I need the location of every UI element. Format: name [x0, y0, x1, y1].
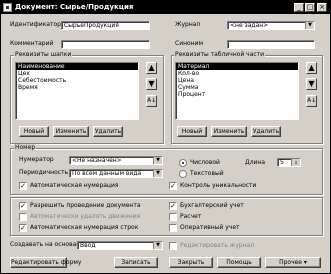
type-numeric-label: Числовой	[190, 159, 220, 166]
periodicity-select[interactable]: По всем данным вида ▼	[69, 169, 163, 178]
accounting-checkbox[interactable]: ✓	[169, 202, 177, 210]
table-edit-button[interactable]: Изменить	[211, 126, 247, 137]
identifier-label: Идентификатор	[10, 21, 61, 28]
header-props-list[interactable]: Наименование Цех Себестоимость Время	[15, 62, 139, 120]
chevron-down-icon[interactable]: ▼	[153, 242, 162, 249]
spin-icon[interactable]: ⇕	[291, 159, 300, 166]
close-dialog-button[interactable]: Закрыть	[169, 257, 213, 268]
operational-label: Оперативный учет	[180, 224, 240, 231]
chevron-down-icon: ▾	[302, 259, 307, 266]
identifier-input[interactable]: СырьеПродукция	[61, 21, 150, 30]
save-button[interactable]: Записать	[114, 257, 158, 268]
create-on-select-value: Ввод	[80, 242, 96, 249]
uniqueness-control-label: Контроль уникальности	[180, 182, 257, 189]
header-edit-button[interactable]: Изменить	[53, 126, 89, 137]
length-label: Длина	[245, 159, 266, 166]
list-item[interactable]: Цех	[16, 70, 138, 77]
document-window: Документ: Сырье/Продукция _ □ × Идентифи…	[0, 0, 331, 274]
journal-select[interactable]: <не задан> ▼	[227, 21, 315, 30]
chevron-down-icon[interactable]: ▼	[153, 157, 162, 164]
comment-input[interactable]	[61, 40, 150, 49]
journal-select-value: <не задан>	[230, 22, 269, 29]
create-on-select[interactable]: Ввод ▼	[77, 241, 163, 250]
header-new-button[interactable]: Новый	[19, 126, 49, 137]
auto-numbering-checkbox[interactable]: ✓	[19, 182, 27, 190]
periodicity-select-value: По всем данным вида	[72, 170, 142, 177]
other-button-label: Прочее	[279, 259, 302, 266]
allow-posting-checkbox[interactable]: ✓	[19, 202, 27, 210]
numerator-label: Нумератор	[19, 156, 54, 163]
table-props-title: Реквизиты табличной части	[174, 51, 266, 59]
chevron-down-icon[interactable]: ▼	[305, 22, 314, 29]
window-title: Документ: Сырье/Продукция	[15, 3, 134, 11]
accounting-label: Бухгалтерский учет	[180, 202, 244, 209]
help-button[interactable]: Помощь	[217, 257, 261, 268]
window-icon	[3, 3, 12, 12]
auto-numbering-label: Автоматическая нумерация	[30, 182, 119, 189]
move-down-icon[interactable]: ▼	[306, 78, 317, 90]
move-up-icon[interactable]: ▲	[306, 62, 317, 74]
length-value: 5	[280, 159, 284, 166]
synonym-input[interactable]	[227, 40, 315, 49]
list-item[interactable]: Сумма	[176, 84, 298, 91]
sort-icon[interactable]: A↓	[306, 95, 317, 107]
comment-label: Комментарий	[10, 40, 54, 47]
auto-numbering-lines-checkbox[interactable]: ✓	[19, 224, 27, 232]
list-item[interactable]: Время	[16, 84, 138, 91]
minimize-button[interactable]: _	[294, 3, 304, 12]
periodicity-label: Периодичность	[19, 169, 69, 176]
list-item[interactable]: Материал	[176, 63, 298, 70]
table-props-list[interactable]: Материал Кол-во Цена Сумма Процент	[175, 62, 299, 120]
calculation-label: Расчет	[180, 213, 202, 220]
move-up-icon[interactable]: ▲	[146, 62, 157, 74]
auto-delete-movements-checkbox[interactable]	[19, 213, 27, 221]
list-item[interactable]: Процент	[176, 91, 298, 98]
edit-journal-checkbox[interactable]	[169, 242, 177, 250]
maximize-button[interactable]: □	[305, 3, 315, 12]
length-input[interactable]: 5 ⇕	[277, 158, 301, 167]
type-text-radio[interactable]	[179, 170, 187, 178]
header-delete-button[interactable]: Удалить	[93, 126, 123, 137]
auto-delete-movements-label: Автоматически удалять движения	[30, 213, 141, 220]
list-item[interactable]: Кол-во	[176, 70, 298, 77]
auto-numbering-lines-label: Автоматическая нумерация строк	[30, 224, 139, 231]
operational-checkbox[interactable]	[169, 224, 177, 232]
header-props-title: Реквизиты шапки	[14, 51, 73, 59]
title-bar[interactable]: Документ: Сырье/Продукция _ □ ×	[1, 1, 330, 14]
list-item[interactable]: Цена	[176, 77, 298, 84]
table-delete-button[interactable]: Удалить	[251, 126, 281, 137]
allow-posting-label: Разрешить проведение документа	[30, 202, 141, 209]
edit-journal-label: Редактировать журнал	[180, 242, 254, 249]
type-text-label: Текстовый	[190, 170, 224, 177]
list-item[interactable]: Наименование	[16, 63, 138, 70]
type-numeric-radio[interactable]	[179, 159, 187, 167]
chevron-down-icon[interactable]: ▼	[153, 170, 162, 177]
table-new-button[interactable]: Новый	[177, 126, 207, 137]
synonym-label: Синоним	[175, 40, 204, 47]
numerator-select-value: <Не назначен>	[72, 157, 122, 164]
numbering-title: Номер	[14, 144, 37, 152]
move-down-icon[interactable]: ▼	[146, 78, 157, 90]
uniqueness-control-checkbox[interactable]: ✓	[169, 182, 177, 190]
calculation-checkbox[interactable]	[169, 213, 177, 221]
numerator-select[interactable]: <Не назначен> ▼	[69, 156, 163, 165]
edit-form-button[interactable]: Редактировать форму	[10, 257, 81, 268]
close-button[interactable]: ×	[317, 3, 327, 12]
other-button[interactable]: Прочее ▾	[265, 257, 321, 268]
journal-label: Журнал	[175, 21, 201, 28]
list-item[interactable]: Себестоимость	[16, 77, 138, 84]
sort-icon[interactable]: A↓	[146, 95, 157, 107]
